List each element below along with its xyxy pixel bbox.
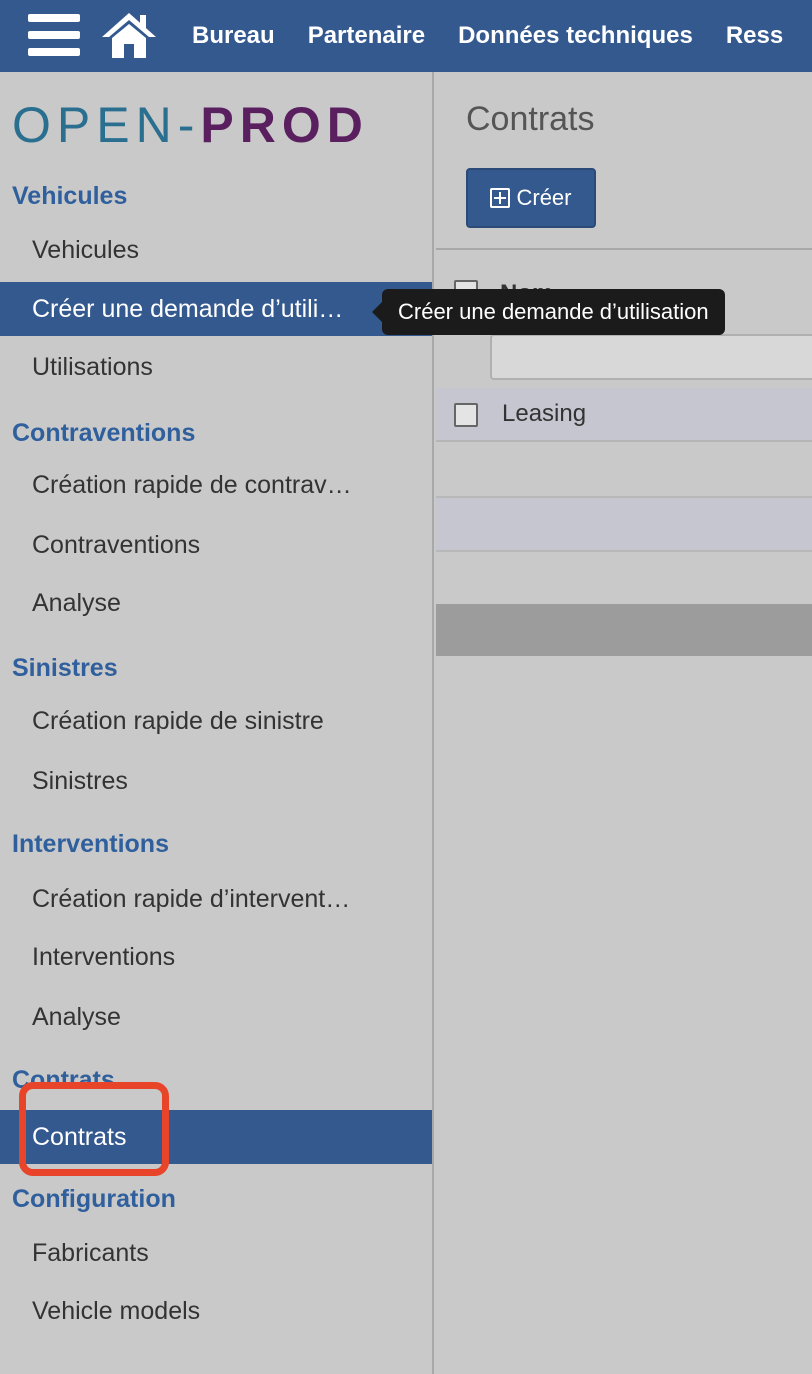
main-content: Contrats Créer Nom Leasing xyxy=(436,72,812,1374)
sidebar-item-creer-demande[interactable]: Créer une demande d’utili… xyxy=(0,282,432,336)
section-vehicules: Vehicules xyxy=(12,182,128,210)
table-row-empty xyxy=(436,498,812,552)
logo-open-text: OPEN- xyxy=(12,97,201,153)
tooltip-text: Créer une demande d’utilisation xyxy=(398,299,709,324)
tooltip: Créer une demande d’utilisation xyxy=(372,289,725,335)
sidebar-item-sinistres[interactable]: Sinistres xyxy=(0,754,432,808)
create-button[interactable]: Créer xyxy=(466,168,596,228)
section-contrats: Contrats xyxy=(12,1066,115,1094)
table-row-empty xyxy=(436,552,812,606)
open-prod-logo[interactable]: OPEN-PROD xyxy=(12,100,369,150)
section-contraventions: Contraventions xyxy=(12,419,196,447)
sidebar-item-contrats[interactable]: Contrats xyxy=(0,1110,432,1164)
sidebar: OPEN-PROD Vehicules Vehicules Créer une … xyxy=(0,72,434,1374)
section-interventions: Interventions xyxy=(12,830,169,858)
create-button-label: Créer xyxy=(516,185,572,210)
menu-bureau[interactable]: Bureau xyxy=(192,22,275,50)
sidebar-item-vehicle-models[interactable]: Vehicle models xyxy=(0,1284,432,1338)
sidebar-item-creation-contravention[interactable]: Création rapide de contrav… xyxy=(0,458,432,512)
menu-donnees-techniques[interactable]: Données techniques xyxy=(458,22,693,50)
sidebar-item-creation-sinistre[interactable]: Création rapide de sinistre xyxy=(0,694,432,748)
hamburger-menu-icon[interactable] xyxy=(28,14,80,56)
menu-partenaire[interactable]: Partenaire xyxy=(308,22,425,50)
table-row-empty xyxy=(436,444,812,498)
plus-square-icon xyxy=(490,188,511,208)
sidebar-item-analyse-contraventions[interactable]: Analyse xyxy=(0,576,432,630)
main-menu: Bureau Partenaire Données techniques Res… xyxy=(192,0,812,72)
name-filter-input[interactable] xyxy=(490,334,812,380)
top-navigation-bar: Bureau Partenaire Données techniques Res… xyxy=(0,0,812,72)
section-configuration: Configuration xyxy=(12,1185,176,1213)
sidebar-item-utilisations[interactable]: Utilisations xyxy=(0,340,432,394)
page-title: Contrats xyxy=(466,100,595,138)
sidebar-item-contraventions[interactable]: Contraventions xyxy=(0,518,432,572)
sidebar-item-analyse-interventions[interactable]: Analyse xyxy=(0,990,432,1044)
row-checkbox[interactable] xyxy=(454,403,478,427)
menu-ressources[interactable]: Ress xyxy=(726,22,783,50)
sidebar-item-vehicules[interactable]: Vehicules xyxy=(0,223,432,277)
sidebar-item-interventions[interactable]: Interventions xyxy=(0,930,432,984)
list-footer-bar xyxy=(436,604,812,656)
section-sinistres: Sinistres xyxy=(12,654,118,682)
sidebar-item-creation-intervention[interactable]: Création rapide d’intervent… xyxy=(0,872,432,926)
row-name[interactable]: Leasing xyxy=(502,400,586,428)
table-row[interactable]: Leasing xyxy=(436,388,812,442)
home-icon[interactable] xyxy=(100,10,158,60)
logo-prod-text: PROD xyxy=(200,97,369,153)
sidebar-item-fabricants[interactable]: Fabricants xyxy=(0,1226,432,1280)
